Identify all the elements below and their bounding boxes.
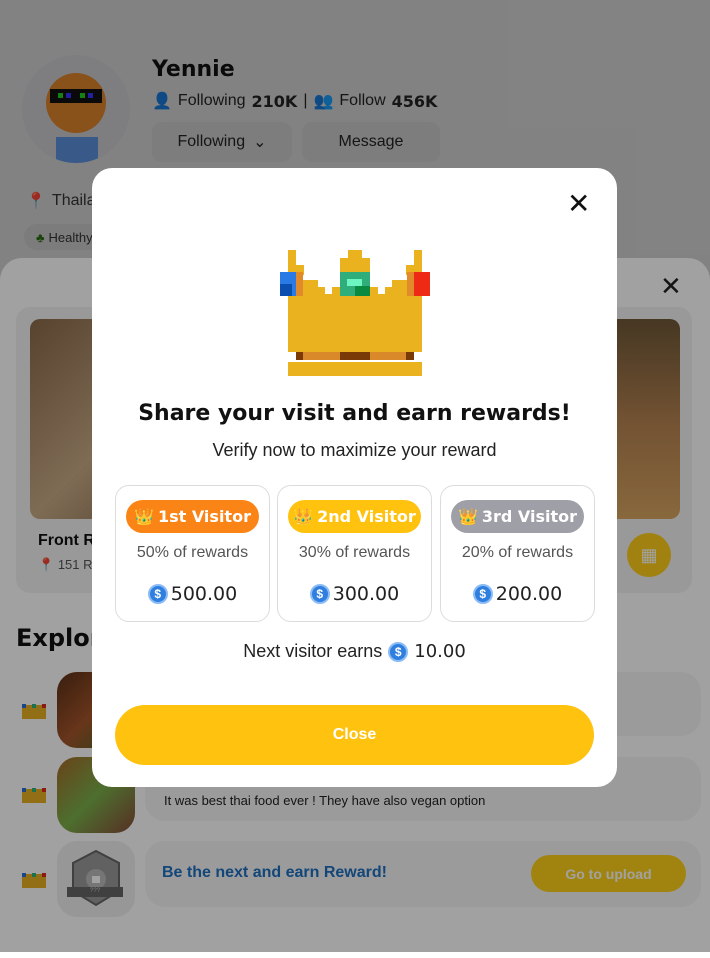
tier-amount: $200.00 bbox=[441, 583, 594, 605]
tier-label: 1st Visitor bbox=[157, 507, 251, 526]
next-visitor-amount: 10.00 bbox=[414, 641, 466, 662]
tier-amount: $500.00 bbox=[116, 583, 269, 605]
close-button[interactable]: Close bbox=[115, 705, 594, 765]
tier-percent: 30% of rewards bbox=[298, 544, 411, 561]
amount-value: 500.00 bbox=[170, 583, 238, 605]
next-visitor-label: Next visitor earns bbox=[243, 641, 383, 661]
coin-icon: $ bbox=[309, 584, 330, 604]
tier-percent: 50% of rewards bbox=[136, 544, 249, 561]
modal-subtitle: Verify now to maximize your reward bbox=[212, 440, 497, 460]
close-icon[interactable]: ✕ bbox=[567, 190, 590, 218]
crown-icon bbox=[280, 250, 430, 376]
amount-value: 200.00 bbox=[495, 583, 563, 605]
tier-label: 2nd Visitor bbox=[317, 507, 416, 526]
tier-card-3rd: 👑 3rd Visitor 20% of rewards $200.00 bbox=[440, 485, 595, 622]
next-visitor-earnings: Next visitor earns $ 10.00 bbox=[92, 641, 617, 662]
amount-value: 300.00 bbox=[332, 583, 400, 605]
tier-card-1st: 👑 1st Visitor 50% of rewards $500.00 bbox=[115, 485, 270, 622]
coin-icon: $ bbox=[472, 584, 493, 604]
tier-amount: $300.00 bbox=[278, 583, 431, 605]
tier-pill: 👑 1st Visitor bbox=[126, 500, 259, 533]
tier-card-2nd: 👑 2nd Visitor 30% of rewards $300.00 bbox=[277, 485, 432, 622]
tier-pill: 👑 2nd Visitor bbox=[288, 500, 421, 533]
crown-icon: 👑 bbox=[134, 507, 154, 526]
tier-percent: 20% of rewards bbox=[461, 544, 574, 561]
modal-title: Share your visit and earn rewards! bbox=[138, 401, 571, 426]
tier-label: 3rd Visitor bbox=[481, 507, 578, 526]
crown-icon: 👑 bbox=[293, 507, 314, 526]
coin-icon: $ bbox=[147, 584, 168, 604]
tier-pill: 👑 3rd Visitor bbox=[451, 500, 584, 533]
crown-icon: 👑 bbox=[457, 507, 478, 526]
coin-icon: $ bbox=[388, 641, 409, 662]
